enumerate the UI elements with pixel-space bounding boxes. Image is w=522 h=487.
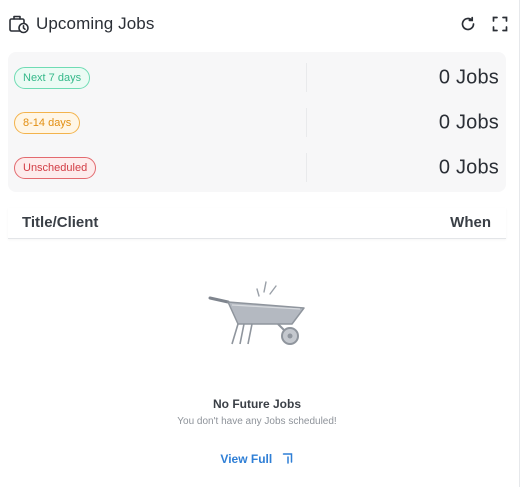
empty-state: No Future Jobs You don't have any Jobs s… bbox=[8, 238, 506, 478]
row-divider bbox=[306, 63, 307, 92]
column-title-client[interactable]: Title/Client bbox=[22, 214, 98, 231]
8-14-days-count: 0 Jobs bbox=[438, 111, 499, 133]
empty-state-subtitle: You don't have any Jobs scheduled! bbox=[177, 416, 337, 427]
8-14-days-badge: 8-14 days bbox=[14, 111, 81, 134]
external-arrow-icon bbox=[282, 452, 294, 464]
briefcase-clock-icon bbox=[8, 13, 30, 35]
view-full-label: View Full bbox=[220, 452, 273, 466]
row-divider bbox=[306, 153, 307, 182]
jobs-table-header: Title/Client When bbox=[8, 208, 506, 239]
header-actions bbox=[459, 15, 509, 33]
row-divider bbox=[306, 108, 307, 137]
next-7-days-count: 0 Jobs bbox=[438, 66, 499, 88]
upcoming-jobs-card: Upcoming Jobs Next 7 days 0 Jobs 8-14 da… bbox=[0, 0, 520, 487]
unscheduled-badge: Unscheduled bbox=[14, 156, 97, 179]
fullscreen-icon[interactable] bbox=[491, 15, 509, 33]
summary-row-8-14-days[interactable]: 8-14 days 0 Jobs bbox=[8, 100, 506, 145]
card-title: Upcoming Jobs bbox=[36, 14, 155, 33]
job-summary: Next 7 days 0 Jobs 8-14 days 0 Jobs Unsc… bbox=[8, 52, 506, 192]
summary-row-next-7-days[interactable]: Next 7 days 0 Jobs bbox=[8, 55, 506, 100]
card-header: Upcoming Jobs bbox=[8, 10, 509, 38]
column-when[interactable]: When bbox=[450, 214, 491, 231]
wheelbarrow-icon bbox=[208, 278, 308, 348]
unscheduled-count: 0 Jobs bbox=[438, 156, 499, 178]
next-7-days-badge: Next 7 days bbox=[14, 66, 91, 89]
empty-state-title: No Future Jobs bbox=[212, 397, 301, 411]
summary-row-unscheduled[interactable]: Unscheduled 0 Jobs bbox=[8, 145, 506, 190]
refresh-icon[interactable] bbox=[459, 15, 477, 33]
view-full-link[interactable]: View Full bbox=[8, 452, 506, 466]
